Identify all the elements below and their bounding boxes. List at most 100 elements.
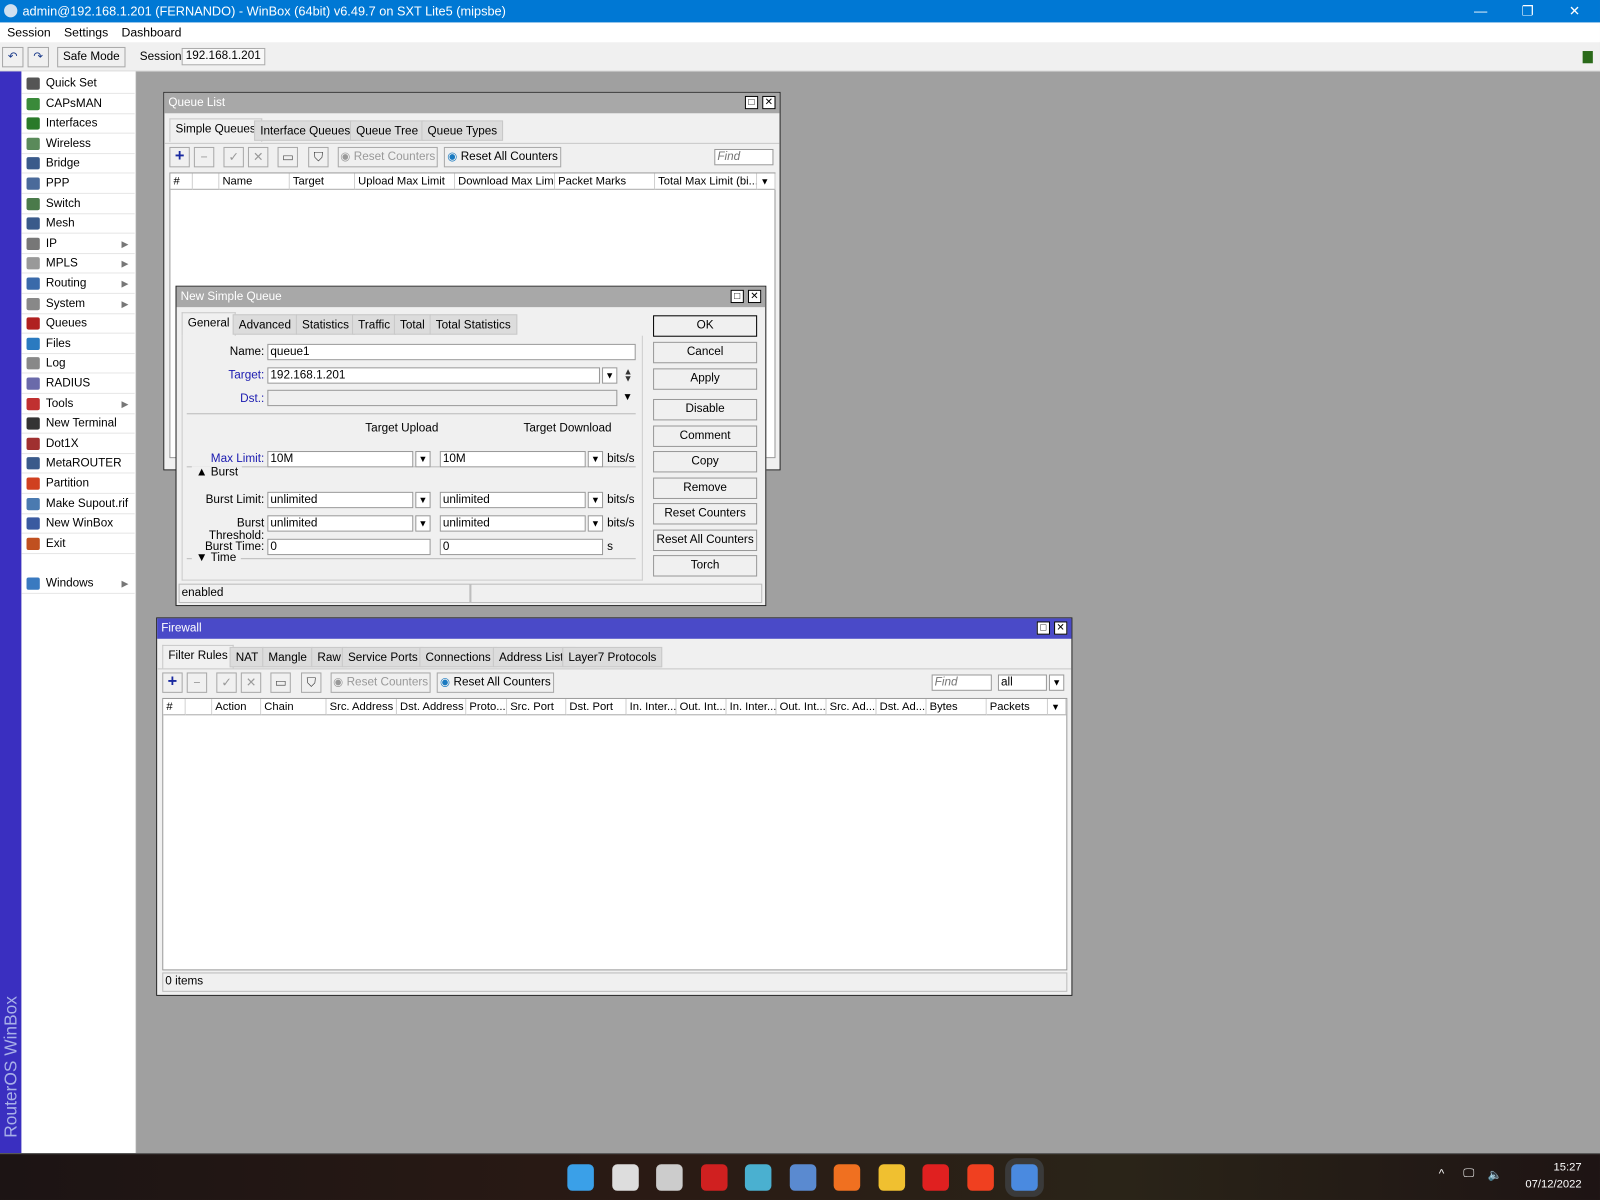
column-header[interactable]: Src. Port <box>507 698 567 716</box>
tab-queue-tree[interactable]: Queue Tree <box>349 120 425 141</box>
remove-icon[interactable]: − <box>186 672 208 693</box>
column-header[interactable]: Proto... <box>466 698 508 716</box>
burst-limit-upload-dropdown-icon[interactable]: ▼ <box>415 491 431 509</box>
tab-total[interactable]: Total <box>393 314 431 335</box>
column-header[interactable]: Chain <box>261 698 327 716</box>
close-icon[interactable]: ✕ <box>747 289 762 304</box>
burst-limit-upload-input[interactable]: unlimited <box>267 491 414 509</box>
tab-total-statistics[interactable]: Total Statistics <box>429 314 517 335</box>
sidebar-item-mesh[interactable]: Mesh <box>21 214 135 234</box>
tab-connections[interactable]: Connections <box>419 646 497 668</box>
dst-input[interactable] <box>267 389 618 407</box>
maximize-icon[interactable]: □ <box>730 289 744 304</box>
close-icon[interactable]: ✕ <box>1054 621 1068 635</box>
firefox-icon[interactable] <box>833 1164 861 1191</box>
sidebar-item-quick-set[interactable]: Quick Set <box>21 74 135 94</box>
tray-chevron-icon[interactable]: ^ <box>1439 1168 1445 1180</box>
dst-dropdown-icon[interactable]: ▼ <box>622 392 632 403</box>
minimize-button[interactable]: — <box>1457 0 1504 22</box>
column-header[interactable]: Out. Int... <box>776 698 827 716</box>
find-input[interactable] <box>931 674 992 691</box>
maximize-icon[interactable]: □ <box>1036 621 1050 635</box>
column-header[interactable]: Packet Marks <box>555 173 656 190</box>
reset-all-counters-button[interactable]: Reset All Counters <box>653 529 758 552</box>
target-dropdown-icon[interactable]: ▼ <box>602 367 618 384</box>
tab-advanced[interactable]: Advanced <box>232 314 298 335</box>
enable-icon[interactable]: ✓ <box>223 146 244 168</box>
find-input[interactable] <box>714 148 774 166</box>
tab-service-ports[interactable]: Service Ports <box>341 646 424 668</box>
tab-interface-queues[interactable]: Interface Queues <box>254 120 357 141</box>
session-value[interactable]: 192.168.1.201 <box>181 47 265 66</box>
sidebar-item-capsman[interactable]: CAPsMAN <box>21 94 135 114</box>
virtualbox-icon[interactable] <box>789 1164 816 1191</box>
undo-button[interactable]: ↶ <box>2 46 24 68</box>
burst-threshold-download-dropdown-icon[interactable]: ▼ <box>587 515 604 532</box>
sidebar-item-ppp[interactable]: PPP <box>21 174 135 194</box>
close-icon[interactable]: ✕ <box>762 95 776 110</box>
reset-all-counters-button[interactable]: ◉ Reset All Counters <box>443 146 562 168</box>
sidebar-item-make-supout-rif[interactable]: Make Supout.rif <box>21 494 135 514</box>
reset-counters-button[interactable]: Reset Counters <box>653 503 758 525</box>
column-header[interactable]: Upload Max Limit <box>355 173 456 190</box>
sidebar-item-queues[interactable]: Queues <box>21 314 135 334</box>
max-limit-download-dropdown-icon[interactable]: ▼ <box>587 451 604 468</box>
column-menu-icon[interactable]: ▼ <box>1047 698 1067 716</box>
sidebar-item-bridge[interactable]: Bridge <box>21 154 135 174</box>
time-section-toggle[interactable]: ▼ Time <box>191 552 241 565</box>
burst-time-upload-input[interactable]: 0 <box>267 538 431 556</box>
column-header[interactable]: Dst. Port <box>566 698 627 716</box>
tab-simple-queues[interactable]: Simple Queues <box>169 118 262 142</box>
winbox-icon[interactable] <box>1011 1164 1038 1191</box>
apply-button[interactable]: Apply <box>653 368 758 390</box>
column-header[interactable]: # <box>163 698 186 716</box>
column-header[interactable] <box>192 173 220 190</box>
menu-settings[interactable]: Settings <box>64 26 108 40</box>
sidebar-item-dot1x[interactable]: Dot1X <box>21 434 135 454</box>
max-limit-upload-input[interactable]: 10M <box>267 451 414 468</box>
burst-limit-download-dropdown-icon[interactable]: ▼ <box>587 491 604 509</box>
task-view-icon[interactable] <box>656 1164 683 1191</box>
column-header[interactable]: In. Inter... <box>726 698 777 716</box>
app-globe-icon[interactable] <box>744 1164 772 1191</box>
enable-icon[interactable]: ✓ <box>216 672 237 693</box>
column-header[interactable]: Action <box>212 698 262 716</box>
tab-layer7-protocols[interactable]: Layer7 Protocols <box>562 646 663 668</box>
column-header[interactable]: Total Max Limit (bi... <box>655 173 758 190</box>
brave-icon[interactable] <box>966 1164 994 1191</box>
sidebar-item-tools[interactable]: Tools ▶ <box>21 394 135 414</box>
sidebar-item-new-terminal[interactable]: New Terminal <box>21 414 135 434</box>
burst-section-toggle[interactable]: ▲ Burst <box>191 466 243 479</box>
max-limit-download-input[interactable]: 10M <box>439 451 586 468</box>
filter-icon[interactable]: ⛉ <box>308 146 329 168</box>
sidebar-item-system[interactable]: System ▶ <box>21 294 135 314</box>
column-menu-icon[interactable]: ▼ <box>757 173 776 190</box>
sidebar-item-windows[interactable]: Windows ▶ <box>21 574 135 594</box>
tab-statistics[interactable]: Statistics <box>295 314 356 335</box>
add-icon[interactable]: + <box>162 672 183 693</box>
reset-counters-button[interactable]: ◉ Reset Counters <box>337 146 438 168</box>
maximize-button[interactable]: ❐ <box>1504 0 1551 22</box>
file-explorer-icon[interactable] <box>878 1164 905 1191</box>
sidebar-item-exit[interactable]: Exit <box>21 534 135 554</box>
column-header[interactable]: Bytes <box>926 698 987 716</box>
burst-threshold-upload-dropdown-icon[interactable]: ▼ <box>415 515 431 532</box>
safe-mode-button[interactable]: Safe Mode <box>57 46 126 68</box>
close-button[interactable]: ✕ <box>1551 0 1598 22</box>
chain-filter-dropdown-icon[interactable]: ▼ <box>1048 674 1065 691</box>
comment-icon[interactable]: ▭ <box>277 146 298 168</box>
sidebar-item-ip[interactable]: IP ▶ <box>21 234 135 254</box>
column-header[interactable]: Src. Ad... <box>826 698 877 716</box>
disable-button[interactable]: Disable <box>653 398 758 421</box>
sidebar-item-wireless[interactable]: Wireless <box>21 134 135 154</box>
tab-queue-types[interactable]: Queue Types <box>421 120 504 141</box>
burst-threshold-download-input[interactable]: unlimited <box>439 515 586 532</box>
column-header[interactable]: Dst. Ad... <box>876 698 927 716</box>
cancel-button[interactable]: Cancel <box>653 341 758 364</box>
sidebar-item-radius[interactable]: RADIUS <box>21 374 135 394</box>
name-input[interactable]: queue1 <box>267 343 636 361</box>
filter-icon[interactable]: ⛉ <box>301 672 322 693</box>
tab-filter-rules[interactable]: Filter Rules <box>162 644 234 669</box>
torch-button[interactable]: Torch <box>653 555 758 577</box>
add-icon[interactable]: + <box>169 146 190 168</box>
